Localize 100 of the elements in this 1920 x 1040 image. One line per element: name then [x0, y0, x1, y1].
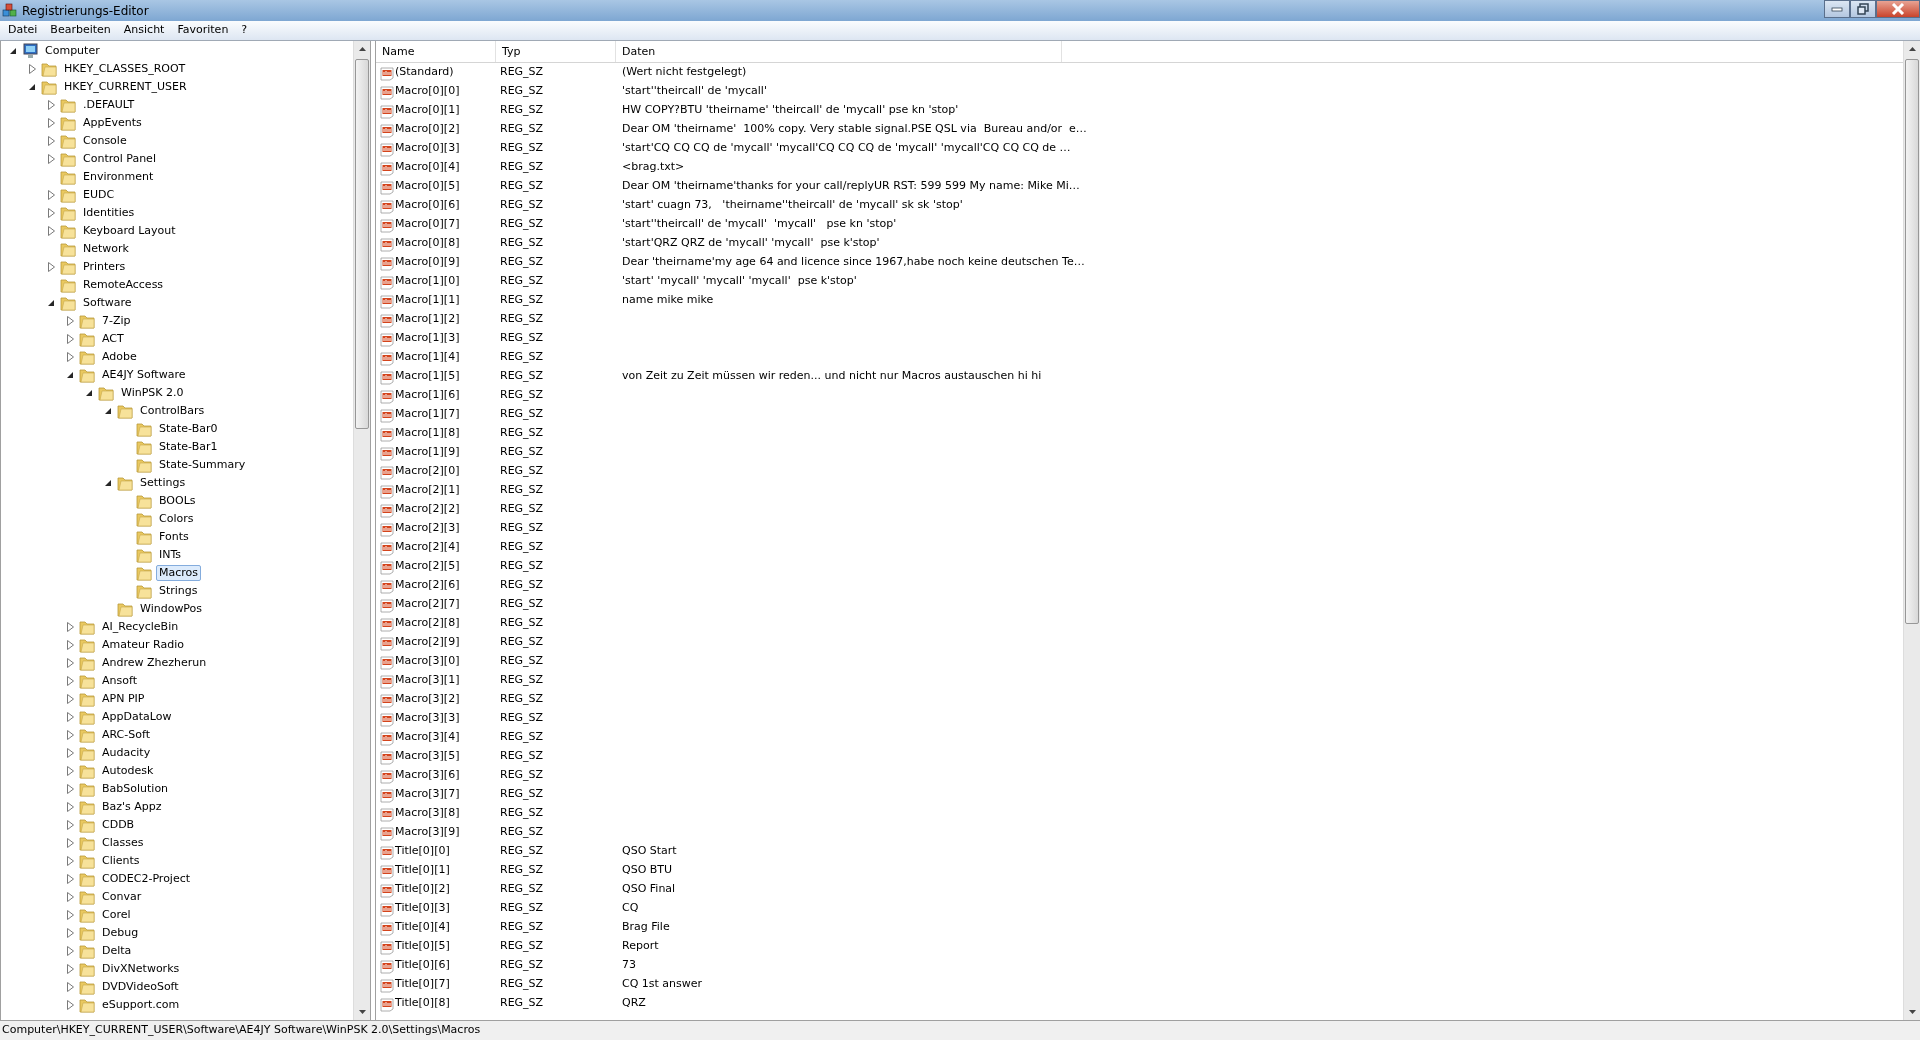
- value-name[interactable]: Macro[2][6]: [395, 577, 460, 594]
- column-header[interactable]: Daten: [616, 41, 1062, 62]
- value-name[interactable]: Macro[1][5]: [395, 368, 460, 385]
- scrollbar[interactable]: [1903, 41, 1920, 1020]
- tree-item[interactable]: BabSolution: [99, 781, 172, 797]
- value-name[interactable]: Macro[0][6]: [395, 197, 460, 214]
- tree-item[interactable]: DVDVideoSoft: [99, 979, 182, 995]
- value-name[interactable]: Macro[1][7]: [395, 406, 460, 423]
- tree-item[interactable]: .DEFAULT: [80, 97, 138, 113]
- value-name[interactable]: Macro[3][8]: [395, 805, 460, 822]
- tree-item[interactable]: AE4JY Software: [99, 367, 189, 383]
- tree-item[interactable]: BOOLs: [156, 493, 199, 509]
- tree-item[interactable]: Baz's Appz: [99, 799, 165, 815]
- maximize-button[interactable]: [1850, 0, 1876, 18]
- tree-item[interactable]: RemoteAccess: [80, 277, 167, 293]
- value-name[interactable]: Title[0][1]: [395, 862, 450, 879]
- tree-item[interactable]: Amateur Radio: [99, 637, 187, 653]
- tree-item[interactable]: WindowPos: [137, 601, 206, 617]
- value-name[interactable]: Macro[1][3]: [395, 330, 460, 347]
- value-name[interactable]: Macro[3][3]: [395, 710, 460, 727]
- value-name[interactable]: Macro[3][7]: [395, 786, 460, 803]
- value-name[interactable]: Macro[2][7]: [395, 596, 460, 613]
- value-name[interactable]: Macro[3][9]: [395, 824, 460, 841]
- value-name[interactable]: Macro[0][4]: [395, 159, 460, 176]
- value-name[interactable]: Macro[2][8]: [395, 615, 460, 632]
- tree-item[interactable]: Ansoft: [99, 673, 140, 689]
- tree-item[interactable]: ACT: [99, 331, 127, 347]
- menu-item[interactable]: Bearbeiten: [46, 22, 120, 39]
- value-name[interactable]: Macro[1][2]: [395, 311, 460, 328]
- tree-item[interactable]: Printers: [80, 259, 129, 275]
- value-name[interactable]: Macro[2][3]: [395, 520, 460, 537]
- tree-item[interactable]: Convar: [99, 889, 145, 905]
- value-name[interactable]: Title[0][2]: [395, 881, 450, 898]
- menu-item[interactable]: Favoriten: [173, 22, 238, 39]
- tree-item[interactable]: APN PIP: [99, 691, 148, 707]
- tree-item[interactable]: HKEY_CURRENT_USER: [61, 79, 190, 95]
- value-name[interactable]: Title[0][4]: [395, 919, 450, 936]
- tree-item[interactable]: Settings: [137, 475, 189, 491]
- value-name[interactable]: Title[0][0]: [395, 843, 450, 860]
- value-name[interactable]: Title[0][8]: [395, 995, 450, 1012]
- value-name[interactable]: Macro[1][0]: [395, 273, 460, 290]
- value-name[interactable]: Macro[2][9]: [395, 634, 460, 651]
- tree-item[interactable]: DivXNetworks: [99, 961, 183, 977]
- value-name[interactable]: Title[0][5]: [395, 938, 450, 955]
- tree-item[interactable]: Software: [80, 295, 135, 311]
- value-name[interactable]: Macro[2][0]: [395, 463, 460, 480]
- value-name[interactable]: Macro[1][4]: [395, 349, 460, 366]
- tree-item[interactable]: CDDB: [99, 817, 138, 833]
- value-name[interactable]: Macro[0][2]: [395, 121, 460, 138]
- value-name[interactable]: Title[0][6]: [395, 957, 450, 974]
- tree-item[interactable]: Control Panel: [80, 151, 159, 167]
- tree-item[interactable]: HKEY_CLASSES_ROOT: [61, 61, 189, 77]
- value-name[interactable]: Macro[1][1]: [395, 292, 460, 309]
- tree-item[interactable]: Classes: [99, 835, 147, 851]
- tree-item[interactable]: eSupport.com: [99, 997, 183, 1013]
- value-name[interactable]: Macro[0][1]: [395, 102, 460, 119]
- value-name[interactable]: Macro[1][9]: [395, 444, 460, 461]
- tree-item[interactable]: AppEvents: [80, 115, 145, 131]
- value-name[interactable]: Macro[0][9]: [395, 254, 460, 271]
- tree-item[interactable]: ControlBars: [137, 403, 208, 419]
- tree-item[interactable]: Environment: [80, 169, 157, 185]
- value-name[interactable]: Title[0][3]: [395, 900, 450, 917]
- tree-item[interactable]: EUDC: [80, 187, 118, 203]
- close-button[interactable]: [1876, 0, 1920, 18]
- value-name[interactable]: Macro[0][0]: [395, 83, 460, 100]
- tree-item[interactable]: INTs: [156, 547, 185, 563]
- value-name[interactable]: Macro[3][4]: [395, 729, 460, 746]
- value-name[interactable]: Macro[2][5]: [395, 558, 460, 575]
- tree-item[interactable]: Macros: [156, 565, 202, 581]
- tree-item[interactable]: ARC-Soft: [99, 727, 153, 743]
- menu-item[interactable]: ?: [237, 22, 257, 39]
- value-name[interactable]: Macro[3][0]: [395, 653, 460, 670]
- value-name[interactable]: Macro[2][2]: [395, 501, 460, 518]
- scrollbar[interactable]: [353, 41, 370, 1020]
- tree-item[interactable]: Clients: [99, 853, 143, 869]
- tree-item[interactable]: Delta: [99, 943, 135, 959]
- column-header[interactable]: Name: [376, 41, 496, 62]
- tree-item[interactable]: Strings: [156, 583, 201, 599]
- tree-item[interactable]: Identities: [80, 205, 138, 221]
- tree-item[interactable]: Corel: [99, 907, 134, 923]
- tree-item[interactable]: State-Summary: [156, 457, 249, 473]
- tree-item[interactable]: Network: [80, 241, 132, 257]
- tree-item[interactable]: Fonts: [156, 529, 192, 545]
- menu-item[interactable]: Datei: [4, 22, 47, 39]
- tree-item[interactable]: Keyboard Layout: [80, 223, 179, 239]
- minimize-button[interactable]: [1824, 0, 1850, 18]
- tree-item[interactable]: AppDataLow: [99, 709, 175, 725]
- value-name[interactable]: Macro[0][5]: [395, 178, 460, 195]
- tree-item[interactable]: Andrew Zhezherun: [99, 655, 210, 671]
- tree-item[interactable]: Autodesk: [99, 763, 157, 779]
- tree-item[interactable]: WinPSK 2.0: [118, 385, 187, 401]
- value-name[interactable]: Macro[1][6]: [395, 387, 460, 404]
- value-name[interactable]: Macro[2][4]: [395, 539, 460, 556]
- tree-item[interactable]: Console: [80, 133, 130, 149]
- tree-item[interactable]: CODEC2-Project: [99, 871, 194, 887]
- tree-item[interactable]: State-Bar0: [156, 421, 221, 437]
- tree-item[interactable]: Audacity: [99, 745, 154, 761]
- value-name[interactable]: Macro[1][8]: [395, 425, 460, 442]
- tree-item[interactable]: Colors: [156, 511, 197, 527]
- value-name[interactable]: Macro[0][8]: [395, 235, 460, 252]
